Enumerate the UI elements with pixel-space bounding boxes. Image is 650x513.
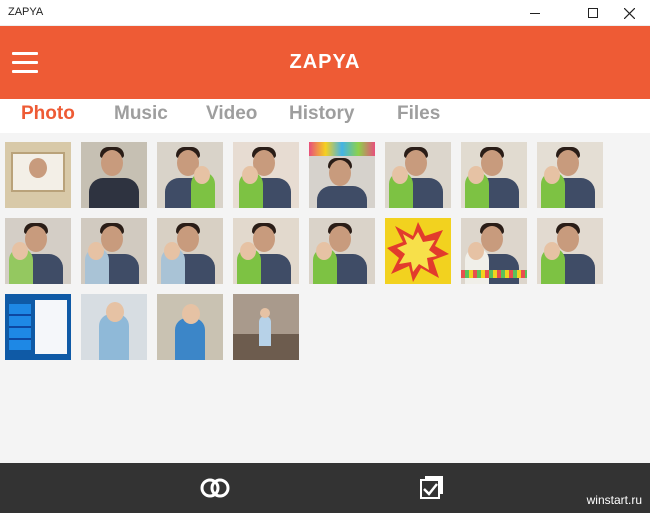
photo-thumbnail[interactable] <box>81 142 147 208</box>
watermark: winstart.ru <box>586 493 642 507</box>
photo-thumbnail[interactable] <box>385 218 451 284</box>
bottom-toolbar: winstart.ru <box>0 463 650 513</box>
connect-button[interactable] <box>197 474 233 502</box>
category-tabs: Photo Music Video History Files <box>0 99 650 133</box>
link-icon <box>200 478 230 498</box>
app-header: ZAPYA <box>0 26 650 99</box>
photo-thumbnail[interactable] <box>5 294 71 360</box>
photo-thumbnail[interactable] <box>157 218 223 284</box>
tab-files[interactable]: Files <box>397 103 440 125</box>
photo-thumbnail[interactable] <box>81 294 147 360</box>
photo-thumbnail[interactable] <box>233 218 299 284</box>
photo-thumbnail[interactable] <box>5 218 71 284</box>
minimize-icon <box>530 12 540 14</box>
boom-sticker-icon <box>387 222 449 282</box>
photo-thumbnail[interactable] <box>233 294 299 360</box>
photo-thumbnail[interactable] <box>5 142 71 208</box>
photo-thumbnail[interactable] <box>157 142 223 208</box>
photo-thumbnail[interactable] <box>157 294 223 360</box>
window-title: ZAPYA <box>8 6 44 18</box>
tab-history[interactable]: History <box>289 103 354 125</box>
maximize-icon <box>588 8 598 18</box>
minimize-button[interactable] <box>512 0 558 26</box>
tab-photo[interactable]: Photo <box>21 103 75 125</box>
app-title: ZAPYA <box>289 51 361 73</box>
photo-thumbnail[interactable] <box>461 218 527 284</box>
photo-thumbnail[interactable] <box>461 142 527 208</box>
window-titlebar: ZAPYA <box>0 0 650 26</box>
multi-select-icon <box>420 476 443 499</box>
tab-video[interactable]: Video <box>206 103 257 125</box>
photo-thumbnail[interactable] <box>385 142 451 208</box>
photo-thumbnail[interactable] <box>309 142 375 208</box>
select-button[interactable] <box>415 474 451 502</box>
photo-thumbnail[interactable] <box>233 142 299 208</box>
tab-music[interactable]: Music <box>114 103 168 125</box>
photo-grid <box>0 133 650 463</box>
close-icon <box>623 7 635 19</box>
close-button[interactable] <box>606 0 650 26</box>
photo-thumbnail[interactable] <box>537 218 603 284</box>
photo-thumbnail[interactable] <box>537 142 603 208</box>
photo-thumbnail[interactable] <box>309 218 375 284</box>
photo-thumbnail[interactable] <box>81 218 147 284</box>
